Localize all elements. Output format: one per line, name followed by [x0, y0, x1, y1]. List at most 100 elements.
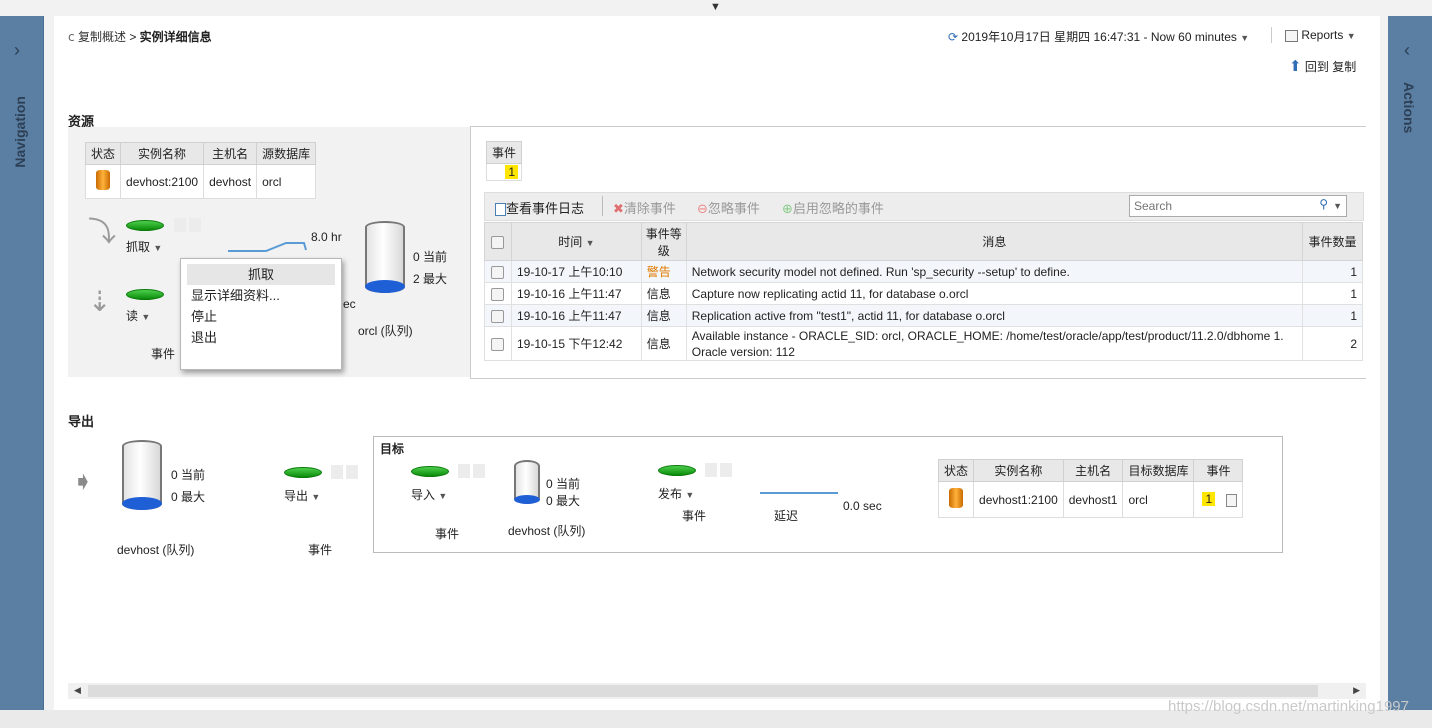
instance-name-cell[interactable]: devhost1:2100	[973, 481, 1064, 518]
menu-item-stop[interactable]: 停止	[181, 306, 341, 327]
chevron-down-icon[interactable]: ▼	[1347, 31, 1356, 41]
row-message: Replication active from "test1", actid 1…	[685, 304, 1304, 327]
view-event-log-button[interactable]: 查看事件日志	[495, 198, 584, 217]
time-range-text: 2019年10月17日 星期四 16:47:31 - Now 60 minute…	[961, 30, 1237, 44]
col-level[interactable]: 事件等级	[640, 222, 687, 261]
chevron-down-icon[interactable]: ▼	[438, 491, 447, 501]
search-box[interactable]: ⚲ ▼	[1129, 195, 1347, 217]
table-row[interactable]: 19-10-16 上午11:47 信息 Capture now replicat…	[484, 282, 1363, 305]
clear-events-label: 清除事件	[623, 201, 676, 216]
read-arrow-icon: ⇣	[88, 286, 112, 317]
clear-events-button[interactable]: ✖清除事件	[613, 198, 676, 217]
publish-menu[interactable]: 发布 ▼	[658, 485, 694, 502]
breadcrumb: ⅽ 复制概述 > 实例详细信息	[68, 28, 212, 45]
navigation-label: Navigation	[12, 96, 28, 168]
chevron-down-icon[interactable]: ▼	[1333, 201, 1342, 211]
breadcrumb-current: 实例详细信息	[139, 30, 212, 44]
sort-desc-icon[interactable]: ▼	[586, 238, 595, 248]
instance-name-cell[interactable]: devhost:2100	[120, 164, 205, 199]
back-to-replication-link[interactable]: ⬆ 回到 复制	[1289, 57, 1356, 75]
row-checkbox[interactable]	[491, 337, 505, 351]
chevron-down-icon[interactable]: ▼	[685, 490, 694, 500]
col-instance-name: 实例名称	[120, 142, 205, 165]
chevron-down-icon[interactable]: ▼	[311, 492, 320, 502]
search-input[interactable]	[1134, 197, 1304, 215]
horizontal-scrollbar[interactable]: ◀ ▶	[68, 683, 1366, 699]
queue-max: 2 最大	[413, 272, 448, 286]
search-icon[interactable]: ⚲	[1319, 197, 1328, 211]
status-cell	[937, 481, 975, 518]
events-cell: 1	[1193, 481, 1244, 518]
breadcrumb-separator: >	[129, 30, 137, 44]
import-menu[interactable]: 导入 ▼	[411, 486, 447, 503]
chevron-down-icon[interactable]: ▼	[153, 243, 162, 253]
col-host: 主机名	[1062, 459, 1124, 482]
scroll-left-icon[interactable]: ◀	[74, 685, 81, 696]
table-row[interactable]: 19-10-15 下午12:42 信息 Available instance -…	[484, 326, 1363, 361]
time-range-selector[interactable]: ⟳ 2019年10月17日 星期四 16:47:31 - Now 60 minu…	[948, 28, 1249, 45]
row-message: Capture now replicating actid 11, for da…	[685, 282, 1304, 305]
actions-sidebar[interactable]: ‹ Actions	[1388, 16, 1432, 710]
read-menu[interactable]: 读 ▼	[126, 307, 150, 324]
event-count-badge[interactable]: 1	[505, 165, 519, 179]
row-time: 19-10-15 下午12:42	[510, 326, 642, 361]
scroll-right-icon[interactable]: ▶	[1353, 685, 1360, 696]
select-all-checkbox[interactable]	[491, 235, 505, 249]
queue-name: orcl (队列)	[358, 324, 413, 338]
row-time: 19-10-16 上午11:47	[510, 282, 642, 305]
capture-menu[interactable]: 抓取 ▼	[126, 238, 162, 255]
event-log-icon[interactable]	[1226, 493, 1238, 507]
view-event-log-label: 查看事件日志	[506, 201, 585, 216]
row-checkbox[interactable]	[491, 287, 505, 301]
import-status-light	[411, 466, 449, 477]
reports-menu[interactable]: Reports ▼	[1285, 28, 1356, 42]
expand-right-icon[interactable]: ›	[14, 40, 20, 61]
col-status: 状态	[84, 142, 122, 165]
col-message[interactable]: 消息	[685, 222, 1304, 261]
chevron-down-icon[interactable]: ▼	[141, 312, 150, 322]
database-icon	[949, 488, 963, 508]
capture-context-menu: 抓取 显示详细资料... 停止 退出	[180, 258, 342, 370]
menu-item-show-details[interactable]: 显示详细资料...	[181, 285, 341, 306]
row-checkbox[interactable]	[491, 265, 505, 279]
select-all-header	[484, 222, 512, 261]
plus-circle-icon: ⊕	[782, 201, 793, 216]
expand-left-icon[interactable]: ‹	[1404, 40, 1410, 61]
table-row[interactable]: 19-10-17 上午10:10 警告 Network security mod…	[484, 260, 1363, 283]
latency-line	[760, 492, 838, 494]
status-block	[473, 464, 485, 478]
export-menu[interactable]: 导出 ▼	[284, 487, 320, 504]
menu-item-capture[interactable]: 抓取	[187, 264, 335, 285]
read-status-light	[126, 289, 164, 300]
scrollbar-thumb[interactable]	[88, 685, 1318, 697]
publish-status-light	[658, 465, 696, 476]
ignore-events-button[interactable]: ⊖忽略事件	[697, 198, 760, 217]
host-cell: devhost	[203, 164, 258, 199]
enable-ignored-button[interactable]: ⊕启用忽略的事件	[782, 198, 884, 217]
capture-status-light	[126, 220, 164, 231]
queue-cylinder	[365, 221, 405, 293]
breadcrumb-parent[interactable]: 复制概述	[78, 30, 126, 44]
import-label: 导入	[411, 488, 436, 502]
col-time[interactable]: 时间 ▼	[510, 222, 642, 261]
collapse-down-icon[interactable]: ▼	[710, 1, 721, 13]
export-queue-name: devhost (队列)	[117, 543, 195, 557]
top-collapse-bar[interactable]: ▼	[0, 0, 1432, 16]
row-checkbox[interactable]	[491, 309, 505, 323]
target-db-cell: orcl	[1122, 481, 1195, 518]
navigation-sidebar[interactable]: › Navigation	[0, 16, 44, 710]
menu-item-exit[interactable]: 退出	[181, 327, 341, 348]
col-count[interactable]: 事件数量	[1302, 222, 1363, 261]
event-count-badge[interactable]: 1	[1202, 492, 1216, 507]
divider	[602, 196, 603, 216]
divider	[1271, 27, 1272, 43]
clock-icon: ⟳	[948, 30, 959, 44]
queue-current: 0 当前	[413, 250, 448, 264]
events-table: 时间 ▼ 事件等级 消息 事件数量 19-10-17 上午10:10 警告 Ne…	[484, 222, 1363, 361]
partial-latency-text: ec	[343, 297, 356, 311]
col-target-db: 目标数据库	[1122, 459, 1195, 482]
chevron-down-icon[interactable]: ▼	[1240, 33, 1249, 43]
col-source-db: 源数据库	[256, 142, 317, 165]
publish-events-label: 事件	[682, 509, 707, 523]
table-row[interactable]: 19-10-16 上午11:47 信息 Replication active f…	[484, 304, 1363, 327]
